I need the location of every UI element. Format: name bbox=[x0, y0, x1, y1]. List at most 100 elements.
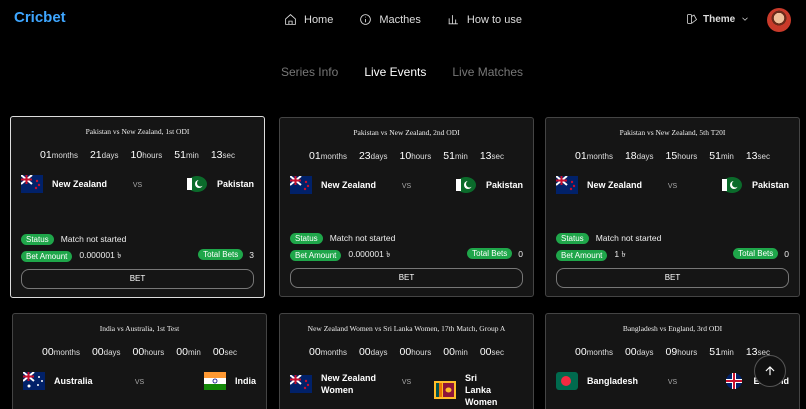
bet-amount-value: 1 ৳ bbox=[614, 249, 626, 259]
teams-row: New Zealand VS Pakistan bbox=[546, 176, 799, 202]
tab-series-info[interactable]: Series Info bbox=[281, 65, 338, 79]
bar-chart-icon bbox=[448, 15, 458, 25]
brand-logo[interactable]: Cricbet bbox=[14, 9, 66, 26]
countdown-min: 00 bbox=[443, 346, 455, 358]
theme-label: Theme bbox=[703, 13, 736, 25]
unit-label: hours bbox=[677, 348, 698, 357]
status-row: Status Match not started bbox=[21, 232, 264, 246]
countdown-months: 01 bbox=[309, 150, 321, 162]
unit-label: days bbox=[370, 152, 388, 161]
countdown-min: 51 bbox=[174, 149, 186, 161]
countdown-min: 00 bbox=[176, 346, 188, 358]
event-card: Pakistan vs New Zealand, 2nd ODI 01 month… bbox=[279, 117, 534, 297]
unit-label: days bbox=[101, 151, 119, 160]
unit-label: min bbox=[720, 348, 734, 357]
vs-label: VS bbox=[401, 379, 412, 386]
bet-amount-value: 0.000001 ৳ bbox=[79, 250, 122, 260]
india-flag-icon bbox=[203, 372, 226, 390]
event-title: Pakistan vs New Zealand, 5th T20I bbox=[619, 128, 726, 137]
new-zealand-flag-icon bbox=[556, 176, 578, 194]
status-row: Status Match not started bbox=[290, 231, 533, 245]
unit-label: min bbox=[454, 348, 468, 357]
pakistan-flag-icon bbox=[455, 177, 476, 193]
event-title: India vs Australia, 1st Test bbox=[99, 324, 180, 333]
top-navbar: Cricbet Home Macthes How to use Theme bbox=[0, 0, 806, 42]
team-away: Pakistan bbox=[721, 176, 789, 194]
vs-label: VS bbox=[401, 183, 412, 190]
countdown-months: 01 bbox=[40, 149, 52, 161]
status-badge: Status bbox=[290, 232, 323, 244]
countdown-min: 51 bbox=[709, 150, 721, 162]
bet-amount-badge: Bet Amount bbox=[290, 249, 342, 261]
event-title: Pakistan vs New Zealand, 1st ODI bbox=[85, 127, 190, 136]
nav-matches[interactable]: Macthes bbox=[359, 13, 421, 26]
countdown-sec: 00 bbox=[212, 346, 225, 358]
scroll-to-top-button[interactable] bbox=[754, 355, 786, 387]
total-bets-badge: Total Bets bbox=[733, 248, 779, 259]
nav-how-to-use[interactable]: How to use bbox=[447, 13, 522, 26]
unit-label: days bbox=[636, 348, 654, 357]
total-bets: Total Bets 0 bbox=[467, 248, 523, 259]
unit-label: months bbox=[51, 151, 78, 160]
nav-home[interactable]: Home bbox=[284, 13, 333, 26]
chevron-down-icon bbox=[742, 17, 748, 21]
team-away: Sri Lanka Women bbox=[434, 372, 505, 408]
team-home-name: New Zealand bbox=[321, 180, 377, 190]
countdown-days: 00 bbox=[91, 346, 104, 358]
countdown: 00 months 00 days 00 hours 00 min 00 sec bbox=[13, 346, 266, 358]
countdown-min: 51 bbox=[443, 150, 455, 162]
theme-dropdown[interactable]: Theme bbox=[686, 13, 750, 25]
bet-info-row: Bet Amount 0.000001 ৳ Total Bets 0 bbox=[290, 248, 533, 262]
home-icon bbox=[285, 14, 296, 25]
event-tabs: Series Info Live Events Live Matches bbox=[0, 65, 806, 79]
australia-flag-icon bbox=[23, 372, 45, 390]
countdown-days: 00 bbox=[358, 346, 371, 358]
team-home: New Zealand bbox=[556, 176, 642, 194]
countdown-days: 00 bbox=[624, 346, 637, 358]
countdown-days: 23 bbox=[358, 150, 371, 162]
vs-label: VS bbox=[667, 183, 678, 190]
pakistan-flag-icon bbox=[721, 177, 742, 193]
unit-label: min bbox=[454, 152, 468, 161]
countdown-hours: 15 bbox=[665, 150, 678, 162]
teams-row: New Zealand VS Pakistan bbox=[11, 175, 264, 201]
team-home: Australia bbox=[23, 372, 93, 390]
unit-label: sec bbox=[757, 152, 770, 161]
info-icon bbox=[360, 14, 372, 25]
tab-live-matches[interactable]: Live Matches bbox=[452, 65, 523, 79]
unit-label: months bbox=[586, 348, 613, 357]
bet-button[interactable]: BET bbox=[556, 268, 789, 288]
unit-label: hours bbox=[677, 152, 698, 161]
unit-label: days bbox=[636, 152, 654, 161]
team-home-name: New Zealand bbox=[52, 179, 108, 189]
palette-icon bbox=[687, 14, 698, 24]
status-badge: Status bbox=[556, 232, 589, 244]
total-bets-badge: Total Bets bbox=[198, 249, 244, 260]
user-avatar[interactable] bbox=[767, 8, 791, 32]
status-text: Match not started bbox=[60, 234, 127, 244]
tab-live-events[interactable]: Live Events bbox=[364, 65, 426, 79]
status-text: Match not started bbox=[595, 233, 662, 243]
team-home-name: New Zealand bbox=[587, 180, 643, 190]
unit-label: sec bbox=[491, 152, 504, 161]
teams-row: Australia VS India bbox=[13, 372, 266, 398]
countdown-months: 00 bbox=[309, 346, 321, 358]
countdown: 01 months 18 days 15 hours 51 min 13 sec bbox=[546, 150, 799, 162]
unit-label: hours bbox=[411, 152, 432, 161]
bet-amount-badge: Bet Amount bbox=[556, 249, 608, 261]
team-away-name: India bbox=[234, 376, 256, 386]
event-card: New Zealand Women vs Sri Lanka Women, 17… bbox=[279, 313, 534, 409]
team-away: Pakistan bbox=[455, 176, 523, 194]
new-zealand-flag-icon bbox=[21, 175, 43, 193]
nav-home-label: Home bbox=[304, 13, 334, 26]
team-home: New Zealand Women bbox=[290, 372, 381, 396]
countdown-hours: 00 bbox=[132, 346, 145, 358]
team-home: Bangladesh bbox=[556, 372, 638, 390]
countdown-months: 00 bbox=[575, 346, 587, 358]
bet-button[interactable]: BET bbox=[290, 268, 523, 288]
total-bets-value: 0 bbox=[518, 248, 523, 259]
countdown-hours: 09 bbox=[665, 346, 678, 358]
countdown-sec: 00 bbox=[479, 346, 492, 358]
bet-button[interactable]: BET bbox=[21, 269, 254, 289]
countdown: 00 months 00 days 00 hours 00 min 00 sec bbox=[280, 346, 533, 358]
